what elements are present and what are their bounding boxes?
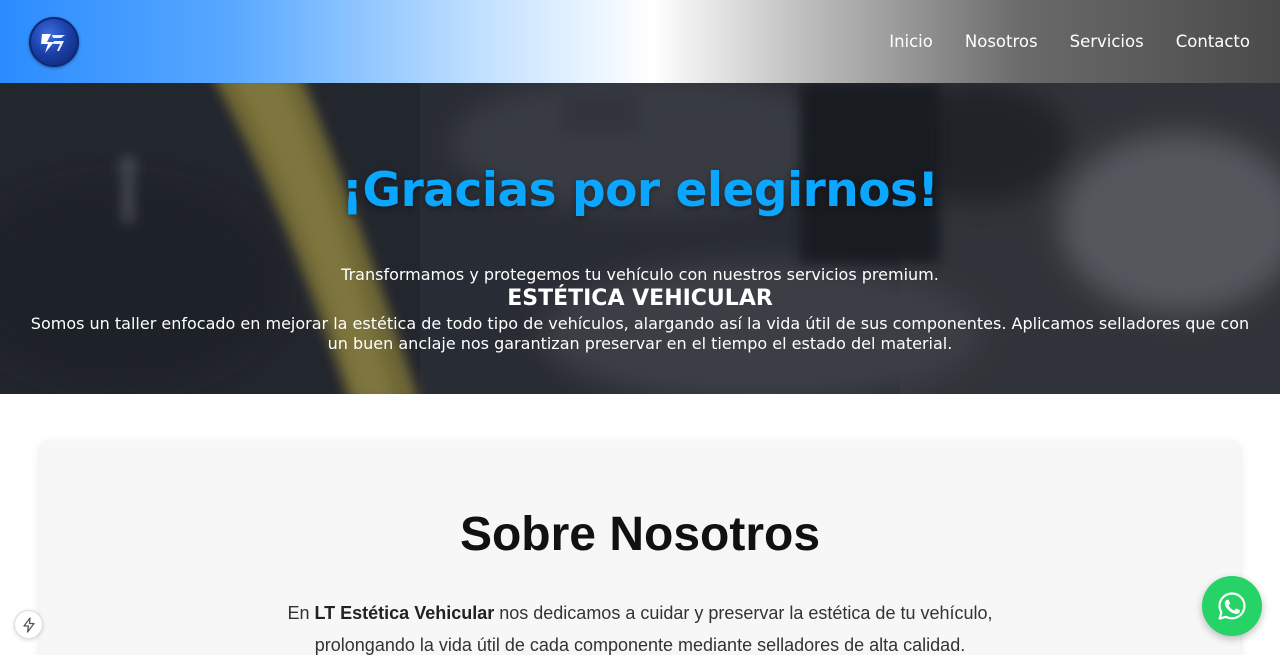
about-card: Sobre Nosotros En LT Estética Vehicular … (40, 441, 1240, 655)
bolt-button[interactable] (14, 610, 43, 639)
nav-link-servicios[interactable]: Servicios (1070, 32, 1144, 51)
whatsapp-icon (1218, 592, 1246, 620)
whatsapp-button[interactable] (1202, 576, 1262, 636)
about-title: Sobre Nosotros (459, 508, 821, 561)
hero-title: ¡Gracias por elegirnos! (341, 163, 939, 218)
hero-heading: ESTÉTICA VEHICULAR (507, 286, 773, 311)
about-brand-name: LT Estética Vehicular (314, 603, 495, 623)
bolt-icon (22, 616, 35, 633)
hero-content: ¡Gracias por elegirnos! Transformamos y … (0, 83, 1280, 394)
main-nav: Inicio Nosotros Servicios Contacto (889, 0, 1250, 83)
nav-link-nosotros[interactable]: Nosotros (965, 32, 1038, 51)
lightning-logo-icon (41, 33, 65, 53)
nav-link-inicio[interactable]: Inicio (889, 32, 933, 51)
hero-subtitle: Transformamos y protegemos tu vehículo c… (341, 265, 939, 284)
hero-description: Somos un taller enfocado en mejorar la e… (30, 314, 1250, 353)
about-text: En LT Estética Vehicular nos dedicamos a… (270, 597, 1010, 655)
hero-section: ¡Gracias por elegirnos! Transformamos y … (0, 83, 1280, 394)
brand-logo[interactable] (29, 16, 79, 67)
navbar: Inicio Nosotros Servicios Contacto (0, 0, 1280, 83)
nav-link-contacto[interactable]: Contacto (1176, 32, 1250, 51)
about-text-prefix: En (287, 603, 315, 623)
